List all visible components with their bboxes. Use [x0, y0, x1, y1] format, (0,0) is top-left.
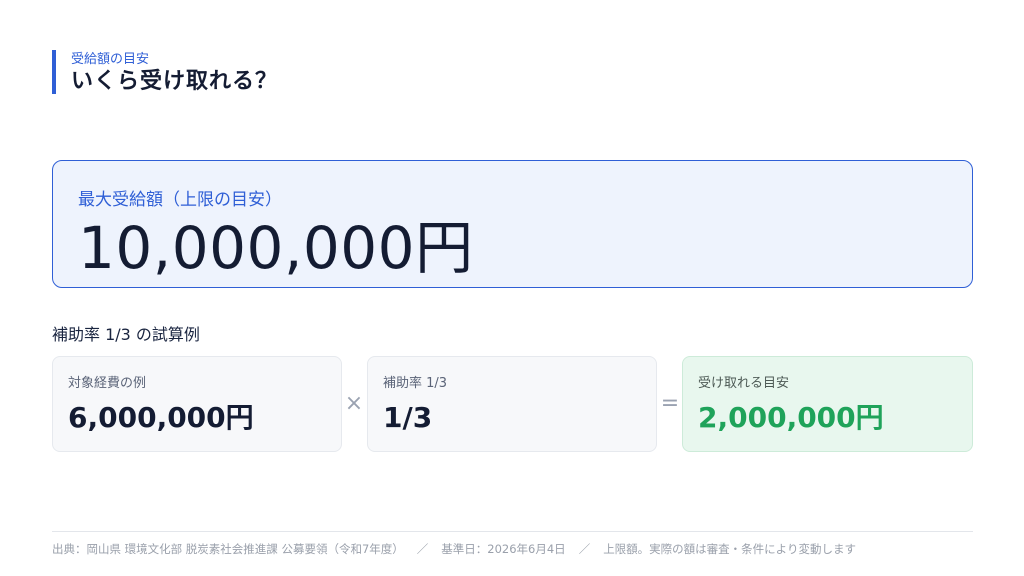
rate-label: 補助率 1/3: [383, 376, 448, 391]
result-value: 2,000,000円: [698, 401, 884, 434]
multiply-icon: ×: [344, 391, 364, 416]
max-amount-value: 10,000,000円: [78, 214, 474, 282]
footer-separator: ／: [416, 542, 429, 556]
example-title: 補助率 1/3 の試算例: [52, 325, 200, 344]
footer-separator: ／: [578, 542, 591, 556]
page-title: いくら受け取れる？: [71, 69, 279, 94]
max-amount-card: 最大受給額（上限の目安） 10,000,000円: [52, 160, 973, 288]
result-label: 受け取れる目安: [698, 376, 790, 391]
expense-card: 対象経費の例 6,000,000円: [52, 356, 342, 452]
footer-notes: 出典：岡山県 環境文化部 脱炭素社会推進課 公募要領（令和7年度） ／ 基準日：20…: [52, 541, 1024, 557]
max-amount-label: 最大受給額（上限の目安）: [78, 190, 282, 210]
expense-value: 6,000,000円: [68, 401, 254, 434]
footer-divider: [52, 531, 973, 532]
footer-source: 出典：岡山県 環境文化部 脱炭素社会推進課 公募要領（令和7年度）: [52, 542, 404, 556]
result-card: 受け取れる目安 2,000,000円: [682, 356, 973, 452]
expense-label: 対象経費の例: [68, 376, 147, 391]
rate-value: 1/3: [383, 401, 433, 434]
section-header: 受給額の目安 いくら受け取れる？: [52, 50, 278, 94]
footer-note: 上限額。実際の額は審査・条件により変動します: [603, 542, 856, 556]
footer-date: 基準日：2026年6月4日: [441, 542, 566, 556]
rate-card: 補助率 1/3 1/3: [367, 356, 657, 452]
equals-icon: =: [660, 391, 680, 416]
eyebrow-label: 受給額の目安: [71, 52, 150, 67]
